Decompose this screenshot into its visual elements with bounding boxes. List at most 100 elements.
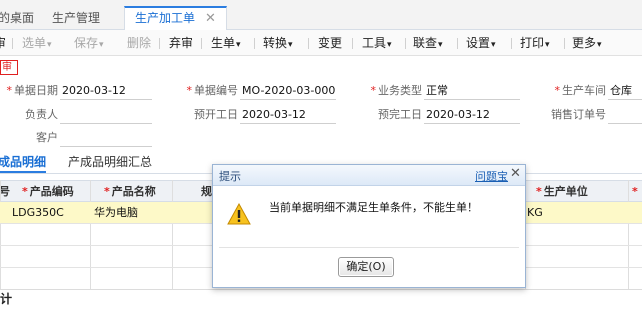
more-label: 更多 <box>572 36 597 50</box>
tab-production-management[interactable]: 生产管理 <box>52 6 100 30</box>
owner-field[interactable] <box>60 106 152 124</box>
doc-no-label-text: 单据编号 <box>194 84 238 97</box>
col-product-name: * 产品名称 <box>104 181 156 202</box>
chevron-down-icon: ▾ <box>47 40 52 50</box>
col-next: * <box>632 181 640 202</box>
total-label: 计 <box>0 292 13 306</box>
toolbar-divider <box>254 38 255 49</box>
change-button[interactable]: 变更 <box>318 35 342 51</box>
plan-finish-field[interactable]: 2020-03-12 <box>424 106 520 124</box>
cell-product-code[interactable]: LDG350C <box>12 202 64 223</box>
doc-date-field[interactable]: 2020-03-12 <box>60 82 152 100</box>
plan-finish-label: 预完工日 <box>378 108 422 121</box>
alert-dialog: 提示 问题宝 ✕ 当前单据明细不满足生单条件，不能生单！ 确定(O) <box>212 164 526 288</box>
delete-button[interactable]: 删除 <box>127 35 151 51</box>
chevron-down-icon: ▾ <box>99 40 104 50</box>
chevron-down-icon: ▾ <box>597 40 602 50</box>
tools-label: 工具 <box>362 36 387 50</box>
required-mark: * <box>632 185 638 198</box>
customer-field[interactable] <box>60 129 152 147</box>
required-mark: * <box>186 84 193 97</box>
cell-production-unit[interactable]: KG <box>527 202 543 223</box>
cell-product-name[interactable]: 华为电脑 <box>94 202 138 223</box>
print-button[interactable]: 打印▾ <box>520 35 550 51</box>
workshop-label: * 生产车间 <box>546 83 607 99</box>
tab-product-detail[interactable]: 成品明细 <box>0 153 47 173</box>
query-button[interactable]: 联查▾ <box>413 35 443 51</box>
doc-no-label: * 单据编号 <box>180 83 239 99</box>
toolbar-divider <box>405 38 406 49</box>
chevron-down-icon: ▾ <box>387 40 392 50</box>
dialog-title-bar: 提示 问题宝 ✕ <box>213 165 525 186</box>
footer-divider <box>0 289 642 290</box>
toolbar: 审 选单▾ 保存▾ 删除 弃审 生单▾ 转换▾ 变更 工具▾ 联查▾ 设置▾ 打… <box>0 30 642 56</box>
tab-my-desktop[interactable]: 的桌面 <box>0 6 34 30</box>
select-label: 选单 <box>22 36 47 50</box>
warning-icon <box>227 203 251 225</box>
close-icon[interactable]: ✕ <box>510 166 521 181</box>
col-production-unit-text: 生产单位 <box>543 185 588 198</box>
unapprove-button[interactable]: 弃审 <box>169 35 193 51</box>
generate-label: 生单 <box>211 36 236 50</box>
toolbar-divider <box>308 38 309 49</box>
close-icon[interactable]: ✕ <box>205 11 216 26</box>
required-mark: * <box>104 185 110 198</box>
col-production-unit: * 生产单位 <box>536 181 588 202</box>
tab-production-order-label: 生产加工单 <box>135 11 196 25</box>
print-label: 打印 <box>520 36 545 50</box>
toolbar-divider <box>159 38 160 49</box>
change-label: 变更 <box>318 36 343 50</box>
required-mark: * <box>370 84 377 97</box>
tab-product-summary[interactable]: 产成品明细汇总 <box>68 153 152 173</box>
biz-type-label-text: 业务类型 <box>378 84 422 97</box>
col-product-name-text: 产品名称 <box>111 185 156 198</box>
convert-label: 转换 <box>263 36 288 50</box>
required-mark: * <box>6 84 13 97</box>
select-button[interactable]: 选单▾ <box>22 35 52 51</box>
sales-order-label: 销售订单号 <box>551 108 606 121</box>
doc-date-label: * 单据日期 <box>6 83 59 99</box>
col-seq: 号 <box>0 185 10 198</box>
workshop-label-text: 生产车间 <box>562 84 606 97</box>
ok-button[interactable]: 确定(O) <box>338 257 394 277</box>
generate-button[interactable]: 生单▾ <box>211 35 241 51</box>
required-mark: * <box>22 185 28 198</box>
owner-label: 负责人 <box>25 108 58 121</box>
toolbar-divider <box>457 38 458 49</box>
required-mark: * <box>554 84 561 97</box>
convert-button[interactable]: 转换▾ <box>263 35 293 51</box>
tab-production-order[interactable]: 生产加工单 ✕ <box>124 6 227 31</box>
dialog-title: 提示 <box>219 170 241 183</box>
approve-button[interactable]: 审 <box>0 35 6 51</box>
more-button[interactable]: 更多▾ <box>572 35 602 51</box>
sales-order-field[interactable] <box>608 106 642 124</box>
chevron-down-icon: ▾ <box>491 40 496 50</box>
doc-no-field[interactable]: MO-2020-03-0002 <box>240 82 336 100</box>
settings-button[interactable]: 设置▾ <box>466 35 496 51</box>
status-badge: 审 <box>0 60 18 75</box>
toolbar-divider <box>564 38 565 49</box>
biz-type-label: * 业务类型 <box>362 83 423 99</box>
toolbar-divider <box>511 38 512 49</box>
help-link[interactable]: 问题宝 <box>475 168 508 184</box>
save-label: 保存 <box>74 36 99 50</box>
col-product-code: * 产品编码 <box>22 181 74 202</box>
chevron-down-icon: ▾ <box>545 40 550 50</box>
unapprove-label: 弃审 <box>169 36 194 50</box>
approve-label: 审 <box>0 36 7 50</box>
plan-start-field[interactable]: 2020-03-12 <box>240 106 336 124</box>
save-button[interactable]: 保存▾ <box>74 35 104 51</box>
chevron-down-icon: ▾ <box>288 40 293 50</box>
toolbar-divider <box>352 38 353 49</box>
toolbar-divider <box>201 38 202 49</box>
biz-type-field[interactable]: 正常 <box>424 82 520 100</box>
col-spec: 规 <box>201 185 212 198</box>
tools-button[interactable]: 工具▾ <box>362 35 392 51</box>
dialog-message: 当前单据明细不满足生单条件，不能生单！ <box>269 201 478 214</box>
settings-label: 设置 <box>466 36 491 50</box>
toolbar-divider <box>12 38 13 49</box>
required-mark: * <box>536 185 542 198</box>
plan-start-label: 预开工日 <box>194 108 238 121</box>
workshop-field[interactable]: 仓库 <box>608 82 642 100</box>
chevron-down-icon: ▾ <box>236 40 241 50</box>
